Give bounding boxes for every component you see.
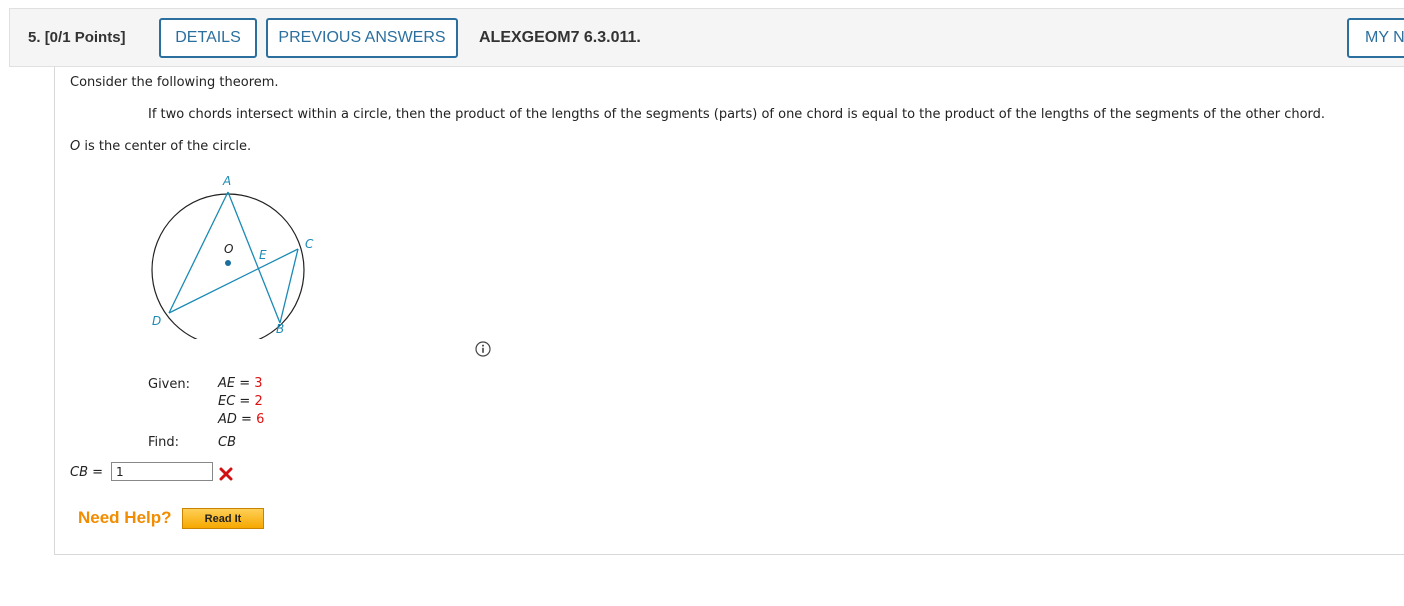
question-code: ALEXGEOM7 6.3.011.	[479, 29, 641, 46]
label-c: C	[305, 237, 314, 251]
read-it-button[interactable]: Read It	[182, 508, 264, 529]
details-button[interactable]: DETAILS	[159, 18, 257, 58]
answer-var: CB	[70, 465, 88, 480]
given-ad: AD = 6	[218, 412, 265, 427]
question-number-points: 5. [0/1 Points]	[28, 29, 126, 46]
given-ad-value: 6	[256, 412, 265, 427]
chord-cb	[279, 248, 299, 324]
given-ec: EC = 2	[218, 394, 263, 409]
intro-text: Consider the following theorem.	[70, 75, 279, 90]
answer-label: CB =	[70, 465, 103, 480]
label-e: E	[259, 248, 267, 262]
chord-ad	[168, 191, 229, 314]
given-ec-name: EC	[218, 394, 236, 409]
answer-eq: =	[88, 465, 104, 480]
label-d: D	[152, 314, 161, 328]
chord-ab	[227, 191, 281, 324]
chord-dc	[168, 248, 299, 314]
question-number: 5.	[28, 29, 41, 46]
label-b: B	[276, 322, 284, 336]
info-icon[interactable]	[475, 341, 491, 357]
need-help-label: Need Help?	[78, 508, 172, 527]
given-ae-name: AE	[218, 376, 236, 391]
given-label: Given:	[148, 377, 190, 392]
label-a: A	[222, 174, 231, 188]
center-var: O	[70, 139, 81, 154]
question-points: [0/1 Points]	[44, 29, 126, 46]
center-point	[225, 260, 231, 266]
incorrect-x-icon	[219, 467, 233, 481]
circle-diagram: A O E C D B	[151, 174, 314, 339]
label-o: O	[224, 242, 233, 256]
center-note-text: is the center of the circle.	[80, 139, 252, 154]
question-header: 5. [0/1 Points] DETAILS PREVIOUS ANSWERS…	[9, 8, 1404, 67]
center-note: O is the center of the circle.	[70, 139, 251, 154]
my-notes-button[interactable]: MY N	[1347, 18, 1404, 58]
theorem-text: If two chords intersect within a circle,…	[148, 107, 1326, 122]
answer-input[interactable]	[111, 462, 213, 481]
find-target: CB	[218, 435, 236, 450]
previous-answers-button[interactable]: PREVIOUS ANSWERS	[266, 18, 458, 58]
given-ec-value: 2	[254, 394, 263, 409]
question-body: Consider the following theorem. If two c…	[54, 67, 1404, 555]
given-ad-name: AD	[218, 412, 237, 427]
given-ae: AE = 3	[218, 376, 263, 391]
find-label: Find:	[148, 435, 180, 450]
given-ae-value: 3	[254, 376, 263, 391]
